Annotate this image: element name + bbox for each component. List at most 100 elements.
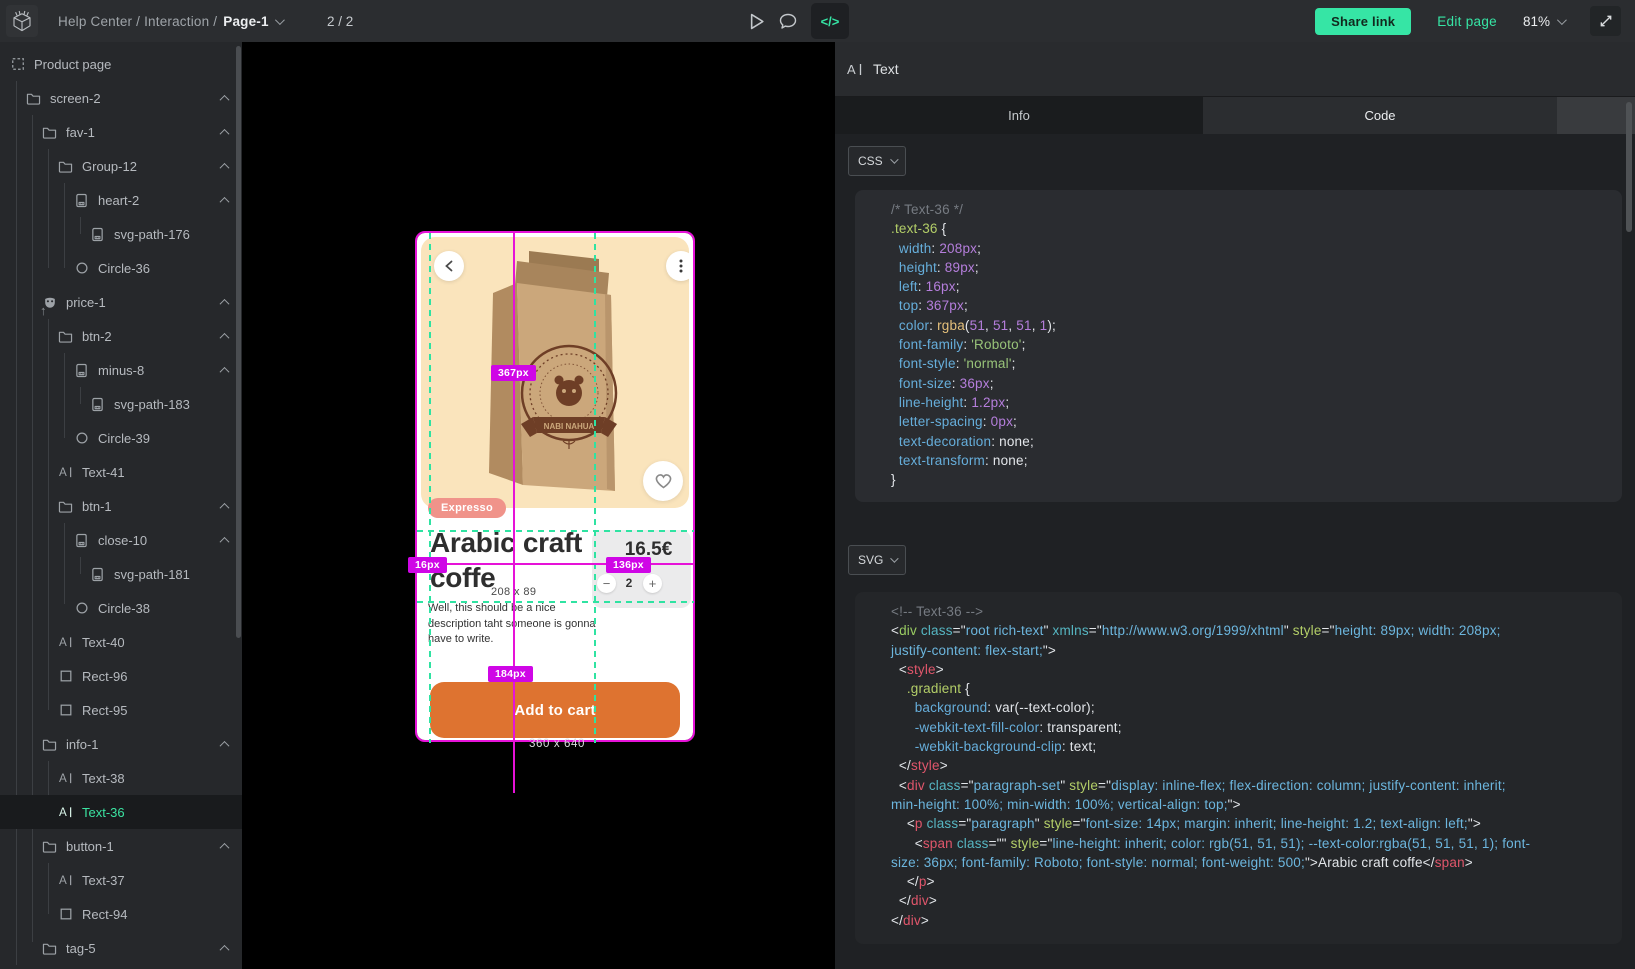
- text-icon: A: [58, 873, 73, 888]
- layer-label: svg-path-176: [114, 227, 190, 242]
- layer-row-btn-2[interactable]: btn-2: [0, 319, 242, 353]
- layer-row-text-37[interactable]: AText-37: [0, 863, 242, 897]
- expand-icon: [1599, 14, 1613, 28]
- design-canvas[interactable]: NABI NAHUA Expresso Arabic craft coffe W…: [242, 42, 835, 969]
- code-mode-button[interactable]: </>: [811, 3, 849, 39]
- menu-button[interactable]: [666, 251, 689, 281]
- screen-frame[interactable]: NABI NAHUA Expresso Arabic craft coffe W…: [417, 233, 693, 740]
- layer-row-svg-path-183[interactable]: svg-path-183: [0, 387, 242, 421]
- code-line: <p class="paragraph" style="font-size: 1…: [891, 814, 1602, 833]
- layer-row-circle-38[interactable]: Circle-38: [0, 591, 242, 625]
- layer-row-button-1[interactable]: button-1: [0, 829, 242, 863]
- sidebar-scrollbar[interactable]: [236, 46, 241, 638]
- chevron-up-icon[interactable]: [220, 298, 230, 308]
- add-to-cart-button[interactable]: Add to cart: [430, 682, 680, 738]
- selected-element-type: Text: [873, 61, 899, 77]
- layer-label: Group-12: [82, 159, 137, 174]
- share-link-button[interactable]: Share link: [1315, 8, 1411, 35]
- rect-icon: [58, 669, 73, 684]
- layer-row-rect-96[interactable]: Rect-96: [0, 659, 242, 693]
- layer-row-btn-1[interactable]: btn-1: [0, 489, 242, 523]
- chevron-up-icon[interactable]: [220, 332, 230, 342]
- chevron-down-icon[interactable]: [275, 15, 285, 25]
- tab-info[interactable]: Info: [835, 97, 1203, 134]
- fullscreen-button[interactable]: [1590, 6, 1621, 36]
- chevron-down-icon[interactable]: [1557, 15, 1567, 25]
- css-format-value: CSS: [858, 154, 883, 168]
- chevron-up-icon[interactable]: [220, 94, 230, 104]
- layer-row-screen-2[interactable]: screen-2: [0, 81, 242, 115]
- product-title[interactable]: Arabic craft coffe: [430, 525, 604, 595]
- layer-row-heart-2[interactable]: heart-2: [0, 183, 242, 217]
- quantity-decrease-button[interactable]: −: [597, 574, 616, 593]
- chevron-up-icon[interactable]: [220, 162, 230, 172]
- chevron-up-icon[interactable]: [220, 842, 230, 852]
- layer-row-group-12[interactable]: Group-12: [0, 149, 242, 183]
- layer-label: screen-2: [50, 91, 101, 106]
- layer-row-text-40[interactable]: AText-40: [0, 625, 242, 659]
- layer-row-text-36[interactable]: AText-36: [0, 795, 242, 829]
- layer-row-info-1[interactable]: info-1: [0, 727, 242, 761]
- logo-icon: [10, 9, 34, 33]
- rect-icon: [58, 907, 73, 922]
- chevron-up-icon[interactable]: [220, 128, 230, 138]
- layer-row-circle-36[interactable]: Circle-36: [0, 251, 242, 285]
- layer-row-text-41[interactable]: AText-41: [0, 455, 242, 489]
- folder-icon: [58, 499, 73, 514]
- chevron-up-icon[interactable]: [220, 944, 230, 954]
- heart-icon: [656, 475, 670, 488]
- frame-icon: [10, 57, 25, 72]
- layer-row-tag-5[interactable]: tag-5: [0, 931, 242, 965]
- layer-row-text-38[interactable]: AText-38: [0, 761, 242, 795]
- layer-row-circle-39[interactable]: Circle-39: [0, 421, 242, 455]
- folder-icon: [42, 737, 57, 752]
- layer-label: Rect-95: [82, 703, 128, 718]
- code-line: -webkit-background-clip: text;: [891, 737, 1602, 756]
- code-line: /* Text-36 */: [891, 200, 1602, 219]
- layer-row-fav-1[interactable]: fav-1: [0, 115, 242, 149]
- layer-row-product page[interactable]: Product page: [0, 47, 242, 81]
- comment-button[interactable]: [779, 13, 797, 30]
- chevron-up-icon[interactable]: [220, 366, 230, 376]
- code-line: -webkit-text-fill-color: transparent;: [891, 718, 1602, 737]
- app-logo[interactable]: [6, 5, 38, 37]
- svg-icon: [90, 227, 105, 242]
- edit-page-link[interactable]: Edit page: [1437, 14, 1497, 29]
- product-tag-badge[interactable]: Expresso: [428, 498, 506, 518]
- code-line: background: var(--text-color);: [891, 698, 1602, 717]
- layer-label: Circle-39: [98, 431, 150, 446]
- tab-code[interactable]: Code: [1203, 97, 1557, 134]
- layer-label: info-1: [66, 737, 99, 752]
- layer-label: minus-8: [98, 363, 144, 378]
- quantity-increase-button[interactable]: +: [643, 574, 662, 593]
- panel-scrollbar[interactable]: [1626, 102, 1632, 232]
- layer-label: Circle-36: [98, 261, 150, 276]
- zoom-control[interactable]: 81%: [1523, 14, 1564, 29]
- code-line: height: 89px;: [891, 258, 1602, 277]
- code-line: <div class="paragraph-set" style="displa…: [891, 776, 1602, 795]
- measurement-label-bottom: 184px: [488, 666, 533, 682]
- chevron-up-icon[interactable]: [220, 196, 230, 206]
- layer-row-svg-path-176[interactable]: svg-path-176: [0, 217, 242, 251]
- layer-row-price-1[interactable]: price-1: [0, 285, 242, 319]
- svg-format-dropdown[interactable]: SVG: [848, 545, 906, 575]
- chevron-up-icon[interactable]: [220, 502, 230, 512]
- code-line: </p>: [891, 872, 1602, 891]
- layer-row-close-10[interactable]: close-10: [0, 523, 242, 557]
- breadcrumb-current-page[interactable]: Page-1: [223, 14, 268, 29]
- chevron-up-icon[interactable]: [220, 536, 230, 546]
- layer-row-rect-95[interactable]: Rect-95: [0, 693, 242, 727]
- play-button[interactable]: [750, 13, 765, 30]
- guide-line-vertical: [429, 233, 431, 743]
- measurement-label-left: 16px: [408, 557, 447, 573]
- chevron-up-icon[interactable]: [220, 740, 230, 750]
- back-button[interactable]: [434, 251, 464, 281]
- breadcrumb[interactable]: Help Center / Interaction / Page-1: [58, 0, 282, 42]
- layer-row-rect-94[interactable]: Rect-94: [0, 897, 242, 931]
- layer-row-svg-path-181[interactable]: svg-path-181: [0, 557, 242, 591]
- selection-size-label: 208 x 89: [491, 586, 536, 598]
- css-code-block: /* Text-36 */.text-36 { width: 208px; he…: [855, 190, 1622, 502]
- css-format-dropdown[interactable]: CSS: [848, 146, 906, 176]
- favorite-button[interactable]: [643, 461, 683, 501]
- layer-row-minus-8[interactable]: minus-8: [0, 353, 242, 387]
